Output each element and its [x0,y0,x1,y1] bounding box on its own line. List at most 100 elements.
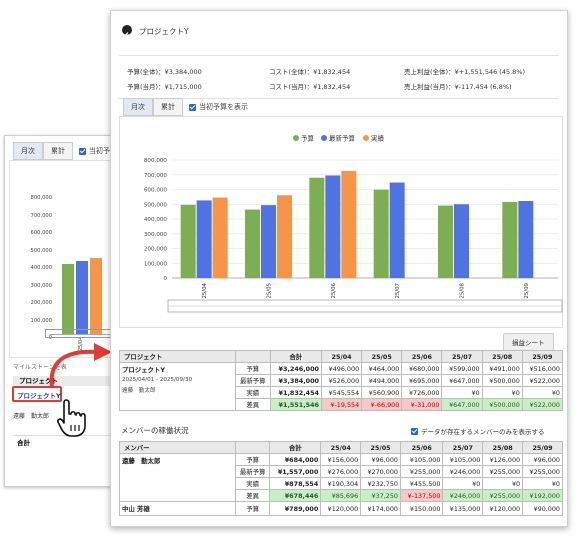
table-cell: ¥0 [481,386,523,399]
chart-tab-bar: 月次 累計 当初予算を表示 [123,98,248,116]
row-type-label: 予算 [235,362,271,375]
table-cell: ¥0 [482,477,524,490]
table-header: 25/05 [361,350,403,363]
table-cell: ¥255,000 [482,465,524,478]
member-filter: データが存在するメンバーのみを表示する [411,426,545,436]
y-tick-label: 800,000 [144,158,168,164]
page-title: プロジェクトY [139,27,189,36]
table-cell: ¥255,000 [399,465,444,478]
row-type-label: 実績 [234,477,271,490]
table-header: 25/07 [442,441,484,454]
legend-swatch-0 [293,135,299,141]
bg-y-tick: 400,000 [30,265,52,271]
legend-swatch-2 [363,135,369,141]
table-cell: ¥246,000 [442,465,484,478]
table-cell: ¥156,000 [320,453,362,466]
table-header: 25/06 [399,441,444,454]
table-header: 25/08 [482,441,524,454]
table-cell: ¥85,696 [320,489,362,502]
table-cell: ¥545,554 [320,386,363,399]
member-section-title: メンバーの稼働状況 [121,426,189,435]
bar-1-1 [261,205,276,278]
table-cell: ¥647,000 [441,374,483,387]
table-cell: ¥-19,554 [320,398,363,411]
y-tick-label: 200,000 [144,247,168,253]
bg-budget-checkbox[interactable] [79,147,86,155]
bg-y-tick: 300,000 [30,282,52,289]
tab-monthly[interactable]: 月次 [123,98,153,116]
table-cell: ¥522,000 [521,374,564,387]
y-tick-label: 500,000 [144,202,168,208]
pl-sheet-button[interactable]: 損益シート [503,333,554,351]
back-arrow-icon[interactable] [122,25,132,38]
tab-cumulative[interactable]: 累計 [153,98,183,116]
row-group-label: 中山 芳雄 [119,501,236,516]
bg-y-tick: 800,000 [30,195,52,201]
table-cell: ¥37,250 [360,489,401,502]
x-tick-label: 25/08 [460,282,466,298]
row-type-label: 差異 [235,398,271,411]
table-cell: ¥0 [442,477,484,490]
row-group-label: プロジェクトY 2025/04/01 - 2025/09/30 遠藤 勤太郎 [119,362,236,411]
table-cell: ¥276,000 [320,465,362,478]
table-cell: ¥726,000 [401,386,443,399]
table-cell: ¥678,446 [269,489,322,502]
table-header: 合計 [269,441,322,454]
table-header: 25/05 [360,441,401,454]
row-type-label: 予算 [234,453,271,466]
table-cell: ¥526,000 [320,374,363,387]
table-header: メンバー [119,441,236,454]
summary-profit-total: 売上利益(全体)：¥+1,551,546 (45.8%) [404,68,526,76]
table-cell: ¥105,000 [442,453,484,466]
bar-1-2 [325,175,341,278]
bar-0-2 [309,177,325,278]
bg-tab-cumulative[interactable]: 累計 [43,142,73,160]
table-cell: ¥1,832,454 [269,386,322,399]
bg-total-label: 合計 [17,439,30,447]
table-cell: ¥232,750 [360,477,401,490]
x-tick-label: 25/07 [395,283,401,299]
bar-2-1 [277,195,292,278]
table-header: プロジェクト [119,350,236,363]
table-cell: ¥0 [521,386,564,399]
budget-chart: 0 100,000 200,000 300,000 400,000 500,000 600,… [119,116,563,328]
table-cell: ¥246,000 [442,489,484,502]
x-tick-label: 25/04 [202,282,208,298]
initial-budget-checkbox[interactable] [189,103,196,111]
table-header [234,441,271,454]
table-cell: ¥491,000 [481,362,523,375]
member-filter-checkbox[interactable] [411,427,418,435]
summary-panel: 予算(全体)：¥3,384,000 予算(当月)：¥1,715,000 コスト(… [119,55,559,99]
table-cell: ¥455,500 [399,477,444,490]
row-type-label: 差異 [234,489,271,502]
bg-tab-monthly[interactable]: 月次 [13,142,43,160]
budget-chart-svg: 0 100,000 200,000 300,000 400,000 500,000 600,… [144,134,563,313]
summary-budget-total: 予算(全体)：¥3,384,000 [127,68,202,76]
table-header: 25/09 [522,441,563,454]
table-cell: ¥464,000 [361,362,403,375]
table-header [235,350,271,363]
bar-0-4 [438,205,453,278]
table-header: 合計 [269,350,322,363]
bar-1-5 [518,201,534,278]
table-cell: ¥560,900 [361,386,403,399]
table-cell: ¥192,000 [522,489,563,502]
bar-0-3 [373,189,389,278]
initial-budget-checkbox-label: 当初予算を表示 [199,103,248,111]
table-cell: ¥680,000 [401,362,443,375]
table-cell: ¥0 [441,386,483,399]
table-cell: ¥878,554 [269,477,322,490]
table-cell: ¥120,000 [482,501,524,516]
member-table: メンバー 合計 25/04 25/05 25/06 25/07 25/08 25/09 遠藤 勤… [119,441,563,516]
table-header: 25/06 [401,350,443,363]
bg-bar-actual [90,258,102,334]
table-cell: ¥105,000 [399,453,444,466]
y-tick-label: 700,000 [144,173,168,179]
table-cell: ¥522,000 [521,398,564,411]
y-tick-label: 0 [163,276,167,282]
table-cell: ¥494,000 [361,374,403,387]
legend-label-1: 最新予算 [329,134,356,143]
table-cell: ¥500,000 [481,398,523,411]
bg-member-name: 遠藤 勤太郎 [13,413,50,420]
summary-cost-month: コスト(当月)：¥1,832,454 [269,83,351,91]
